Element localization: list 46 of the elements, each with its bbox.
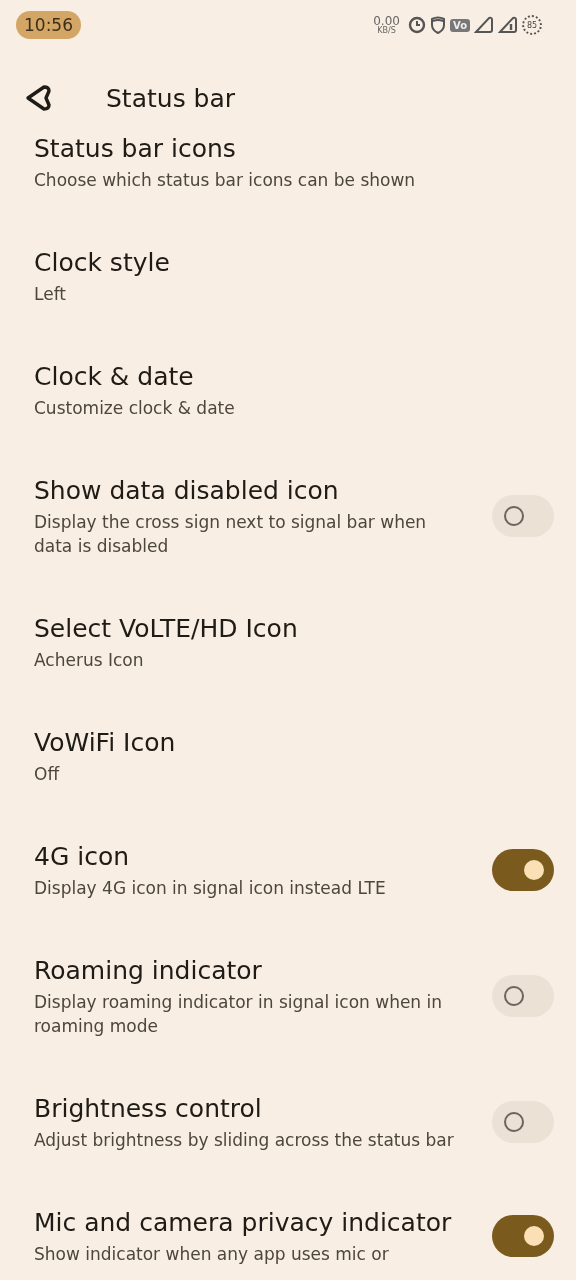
- setting-title: VoWiFi Icon: [34, 727, 177, 759]
- setting-summary: Display 4G icon in signal icon instead LTE: [34, 877, 387, 900]
- settings-item[interactable]: Mic and camera privacy indicator Show indicator when any app uses mic or: [0, 1179, 576, 1280]
- setting-summary: Display roaming indicator in signal icon when in roaming mode: [34, 991, 444, 1038]
- setting-title: 4G icon: [34, 841, 131, 873]
- back-icon: [24, 83, 54, 113]
- setting-title: Mic and camera privacy indicator: [34, 1207, 453, 1239]
- alarm-clock-icon: [407, 16, 426, 34]
- battery-indicator: 85: [522, 15, 542, 35]
- settings-item[interactable]: 4G icon Display 4G icon in signal icon instead LTE: [0, 813, 576, 927]
- signal-icon: [498, 16, 518, 34]
- setting-summary: Left: [34, 283, 67, 306]
- setting-summary: Adjust brightness by sliding across the status bar: [34, 1129, 455, 1152]
- setting-title: Status bar icons: [34, 133, 237, 165]
- settings-item[interactable]: Show data disabled icon Display the cross sign next to signal bar when data is disabled: [0, 447, 576, 585]
- setting-title: Brightness control: [34, 1093, 263, 1125]
- toggle-switch[interactable]: [492, 1215, 554, 1257]
- network-speed: 0.00: [373, 15, 400, 27]
- setting-title: Clock style: [34, 247, 171, 279]
- shield-icon: [429, 16, 446, 34]
- setting-summary: Acherus Icon: [34, 649, 145, 672]
- volte-badge: Vo: [449, 18, 470, 32]
- setting-summary: Off: [34, 763, 61, 786]
- settings-item[interactable]: Roaming indicator Display roaming indicator in signal icon when in roaming mode: [0, 927, 576, 1065]
- setting-summary: Show indicator when any app uses mic or: [34, 1243, 390, 1266]
- settings-item[interactable]: VoWiFi Icon Off: [0, 699, 576, 813]
- setting-title: Roaming indicator: [34, 955, 263, 987]
- settings-item[interactable]: Clock & date Customize clock & date: [0, 333, 576, 447]
- back-button[interactable]: [24, 83, 54, 113]
- settings-item[interactable]: Select VoLTE/HD Icon Acherus Icon: [0, 585, 576, 699]
- toggle-switch[interactable]: [492, 975, 554, 1017]
- settings-item[interactable]: Clock style Left: [0, 219, 576, 333]
- settings-item[interactable]: Brightness control Adjust brightness by sliding across the status bar: [0, 1065, 576, 1179]
- signal-icon: [474, 16, 494, 34]
- clock-pill: 10:56: [16, 11, 81, 39]
- setting-title: Show data disabled icon: [34, 475, 340, 507]
- toggle-switch[interactable]: [492, 495, 554, 537]
- network-speed-unit: KB/S: [377, 27, 396, 35]
- setting-title: Clock & date: [34, 361, 195, 393]
- setting-summary: Display the cross sign next to signal bar when data is disabled: [34, 511, 428, 558]
- setting-title: Select VoLTE/HD Icon: [34, 613, 299, 645]
- toggle-switch[interactable]: [492, 849, 554, 891]
- setting-summary: Choose which status bar icons can be shown: [34, 169, 417, 192]
- setting-summary: Customize clock & date: [34, 397, 236, 420]
- page-title: Status bar: [106, 83, 236, 113]
- toggle-switch[interactable]: [492, 1101, 554, 1143]
